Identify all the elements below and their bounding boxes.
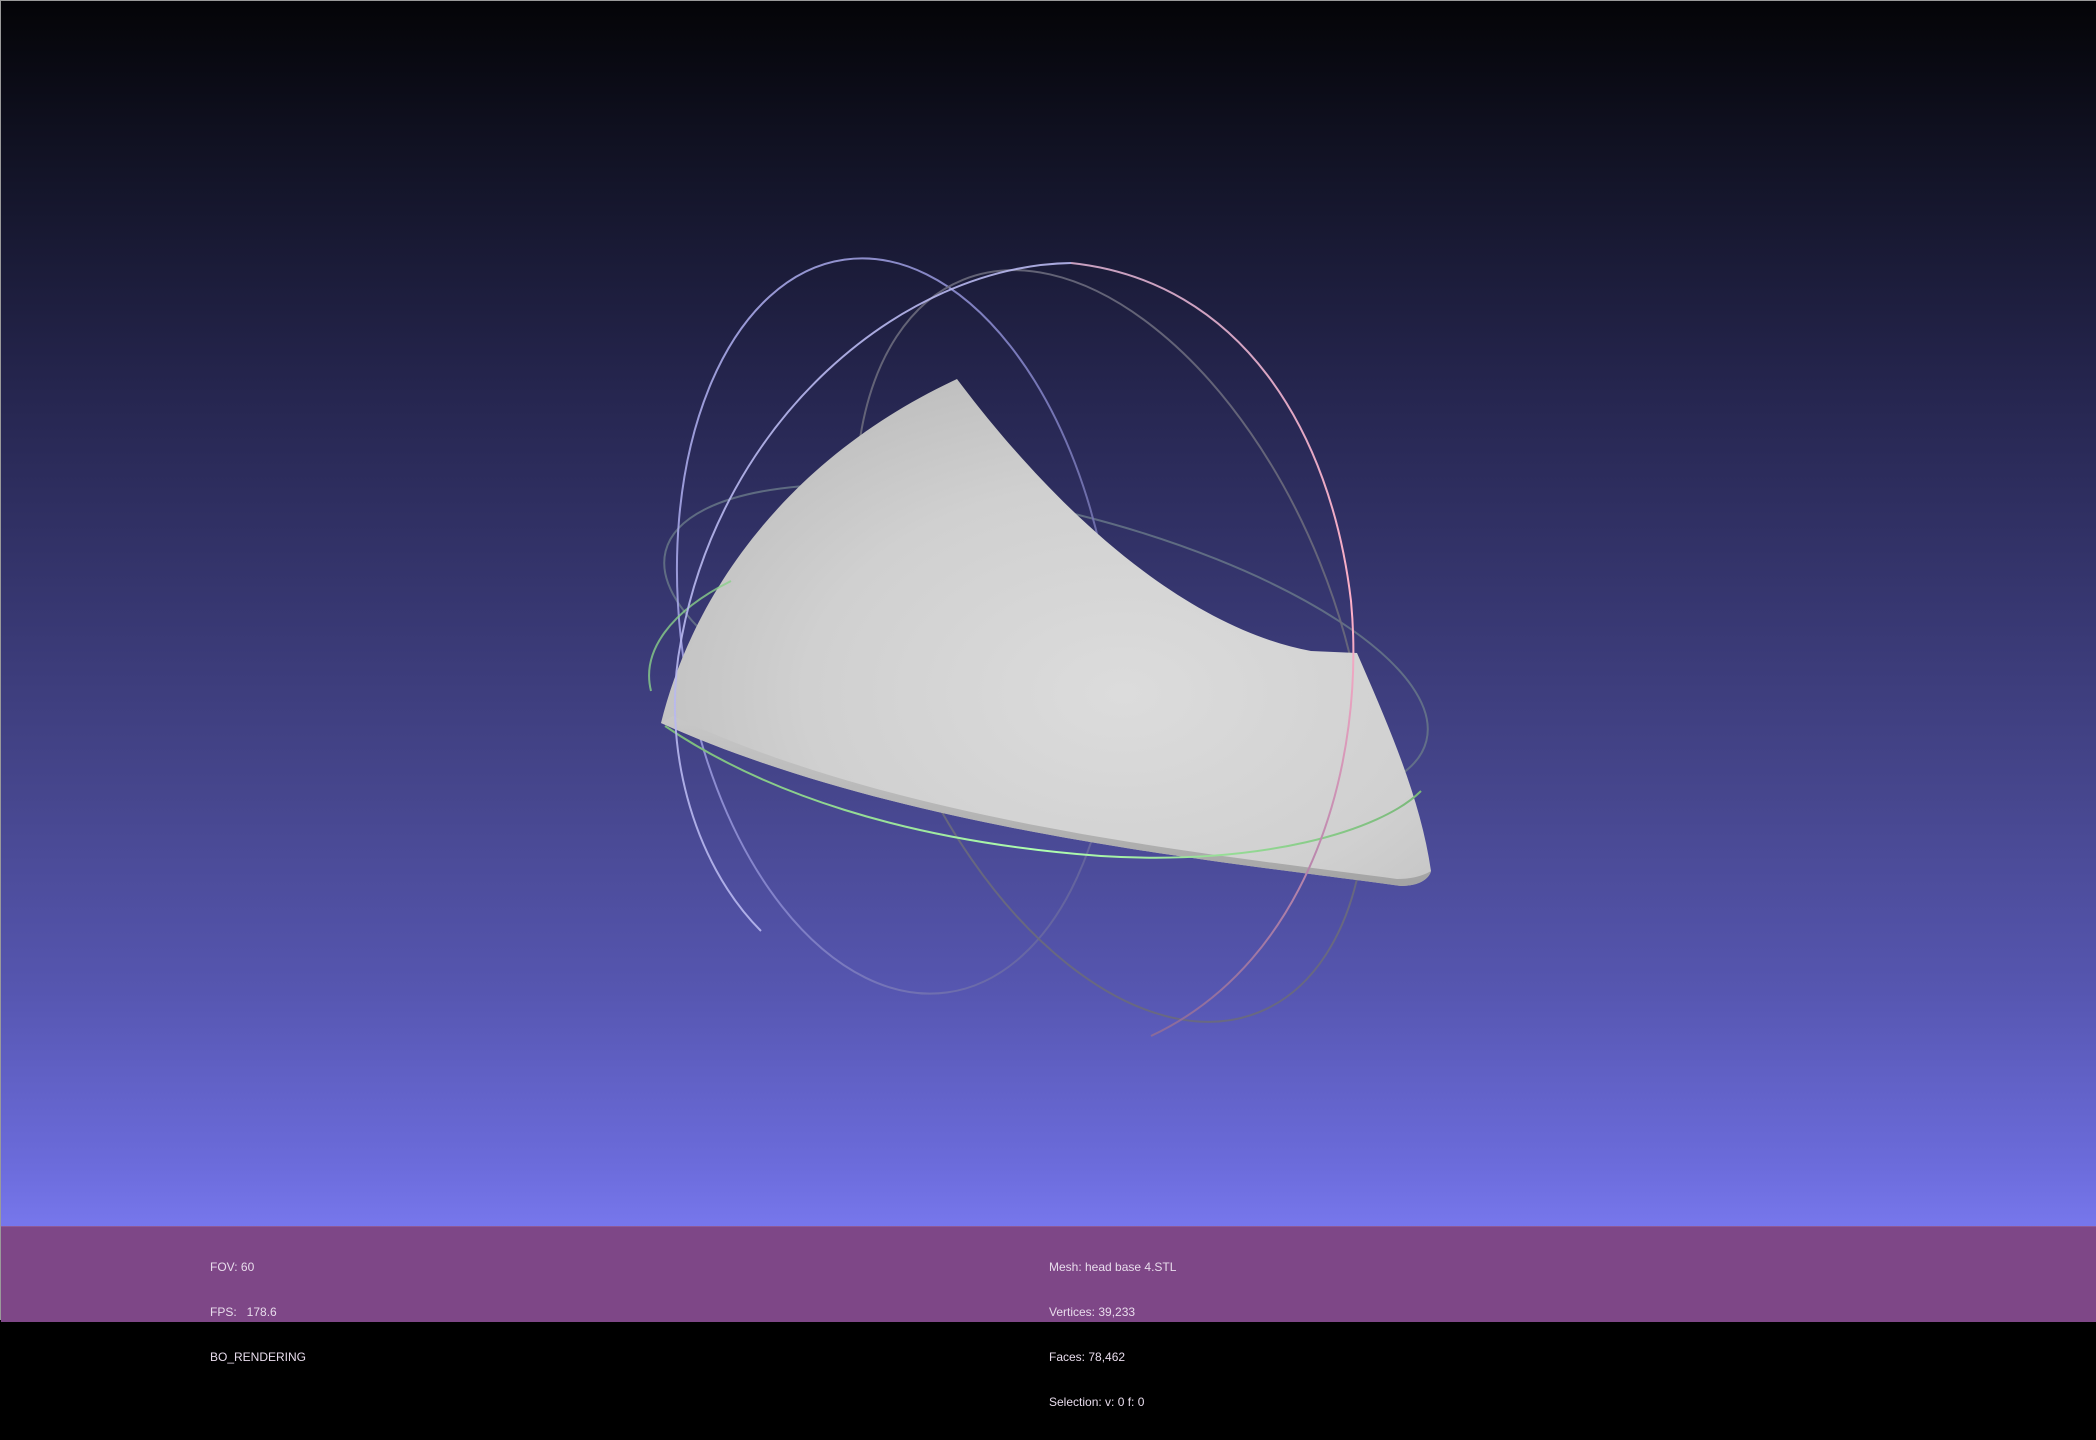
3d-viewport[interactable]: FOV: 60 FPS: 178.6 BO_RENDERING Mesh: he… bbox=[0, 0, 2096, 1409]
mesh-surface[interactable] bbox=[661, 379, 1431, 886]
fps-label: FPS: 178.6 bbox=[210, 1305, 277, 1319]
faces-label: Faces: 78,462 bbox=[1049, 1350, 1126, 1364]
selection-label: Selection: v: 0 f: 0 bbox=[1049, 1395, 1145, 1409]
status-info-bar: FOV: 60 FPS: 178.6 BO_RENDERING Mesh: he… bbox=[1, 1226, 2096, 1409]
render-mode-label: BO_RENDERING bbox=[210, 1350, 307, 1364]
scene-canvas[interactable] bbox=[1, 1, 2096, 1226]
fov-label: FOV: 60 bbox=[210, 1260, 255, 1274]
mesh-name-label: Mesh: head base 4.STL bbox=[1049, 1260, 1177, 1274]
mesh-info: Mesh: head base 4.STL Vertices: 39,233 F… bbox=[1049, 1230, 1176, 1440]
render-info: FOV: 60 FPS: 178.6 BO_RENDERING bbox=[210, 1230, 306, 1395]
vertices-label: Vertices: 39,233 bbox=[1049, 1305, 1136, 1319]
